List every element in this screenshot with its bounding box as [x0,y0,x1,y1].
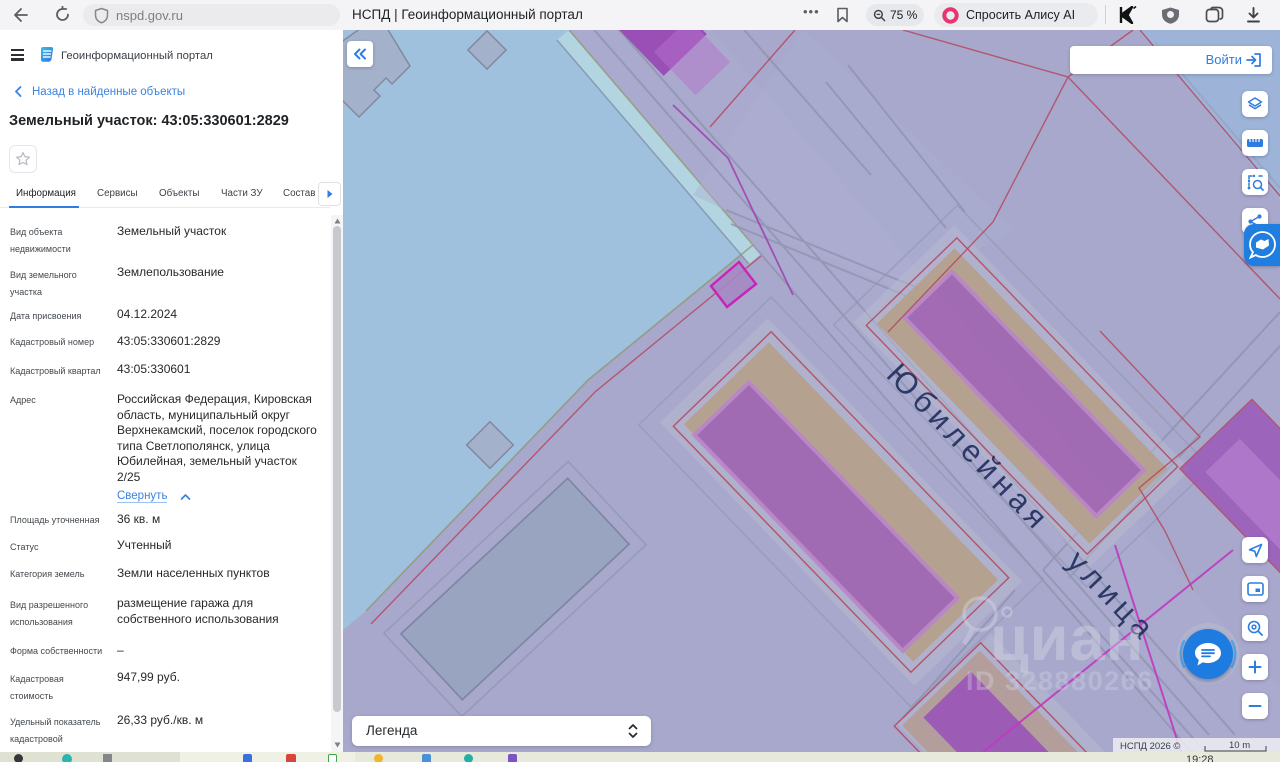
svg-text:НСПД 2026 ©: НСПД 2026 © [1120,741,1180,752]
svg-text:10 m: 10 m [1229,740,1250,751]
svg-text:ID 328880266: ID 328880266 [966,666,1154,696]
svg-text:циан: циан [990,604,1145,674]
